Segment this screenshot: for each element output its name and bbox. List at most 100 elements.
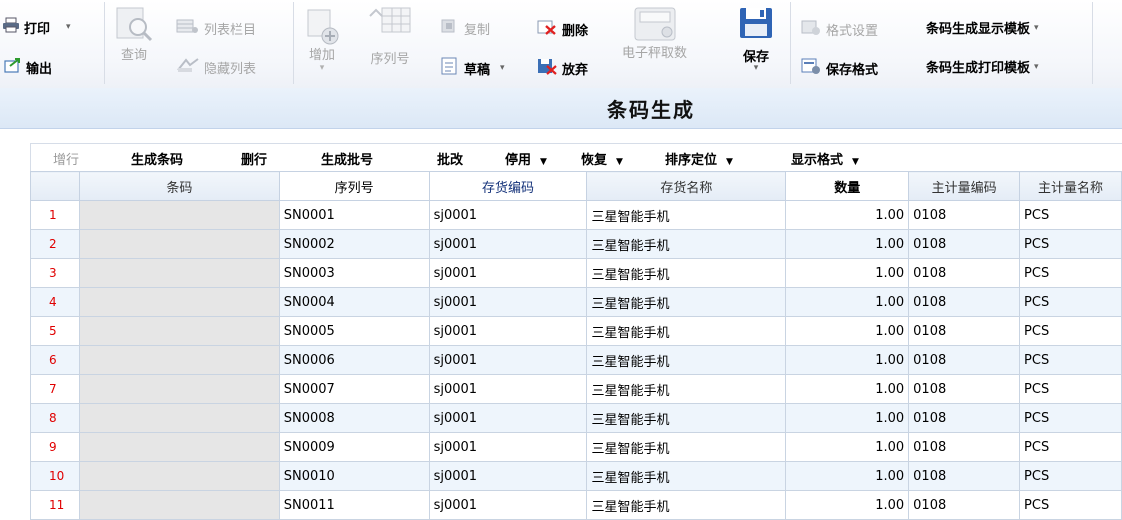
- serial-number-cell[interactable]: SN0008: [278, 403, 430, 433]
- table-row[interactable]: 7 SN0007 sj0001 三星智能手机 1.00 0108 PCS: [30, 374, 1122, 404]
- delete-button[interactable]: 删除: [536, 18, 588, 40]
- table-row[interactable]: 1 SN0001 sj0001 三星智能手机 1.00 0108 PCS: [30, 200, 1122, 230]
- table-row[interactable]: 8 SN0008 sj0001 三星智能手机 1.00 0108 PCS: [30, 403, 1122, 433]
- column-header-quantity[interactable]: 数量: [785, 171, 910, 201]
- draft-button[interactable]: 草稿 ▾: [440, 57, 505, 79]
- inventory-code-cell[interactable]: sj0001: [428, 229, 588, 259]
- query-button[interactable]: 查询: [114, 6, 154, 63]
- add-row-button[interactable]: 增行: [53, 149, 79, 168]
- inventory-code-cell[interactable]: sj0001: [428, 432, 588, 462]
- unit-name-cell[interactable]: PCS: [1019, 461, 1122, 491]
- serial-number-cell[interactable]: SN0011: [278, 490, 430, 520]
- barcode-cell[interactable]: [78, 432, 280, 462]
- delete-row-button[interactable]: 删行: [241, 149, 267, 168]
- unit-code-cell[interactable]: 0108: [908, 258, 1021, 288]
- unit-name-cell[interactable]: PCS: [1019, 432, 1122, 462]
- inventory-name-cell[interactable]: 三星智能手机: [586, 461, 787, 491]
- table-row[interactable]: 10 SN0010 sj0001 三星智能手机 1.00 0108 PCS: [30, 461, 1122, 491]
- barcode-cell[interactable]: [78, 345, 280, 375]
- inventory-code-cell[interactable]: sj0001: [428, 345, 588, 375]
- unit-code-cell[interactable]: 0108: [908, 403, 1021, 433]
- inventory-code-cell[interactable]: sj0001: [428, 403, 588, 433]
- serial-number-button[interactable]: 序列号: [366, 4, 414, 67]
- inventory-code-cell[interactable]: sj0001: [428, 287, 588, 317]
- quantity-cell[interactable]: 1.00: [785, 287, 910, 317]
- table-row[interactable]: 9 SN0009 sj0001 三星智能手机 1.00 0108 PCS: [30, 432, 1122, 462]
- column-header-inventory-code[interactable]: 存货编码: [428, 171, 588, 201]
- batch-edit-button[interactable]: 批改: [437, 149, 463, 168]
- unit-name-cell[interactable]: PCS: [1019, 316, 1122, 346]
- restore-dropdown[interactable]: 恢复 ▼: [581, 149, 623, 168]
- draft-dropdown-icon[interactable]: ▾: [500, 63, 505, 73]
- inventory-name-cell[interactable]: 三星智能手机: [586, 229, 787, 259]
- table-row[interactable]: 6 SN0006 sj0001 三星智能手机 1.00 0108 PCS: [30, 345, 1122, 375]
- inventory-code-cell[interactable]: sj0001: [428, 200, 588, 230]
- inventory-name-cell[interactable]: 三星智能手机: [586, 200, 787, 230]
- quantity-cell[interactable]: 1.00: [785, 229, 910, 259]
- save-dropdown-icon[interactable]: ▾: [754, 63, 759, 73]
- unit-code-cell[interactable]: 0108: [908, 374, 1021, 404]
- barcode-cell[interactable]: [78, 200, 280, 230]
- serial-number-cell[interactable]: SN0009: [278, 432, 430, 462]
- add-dropdown-icon[interactable]: ▾: [320, 63, 325, 73]
- save-button[interactable]: 保存 ▾: [736, 6, 776, 73]
- quantity-cell[interactable]: 1.00: [785, 403, 910, 433]
- display-template-dropdown[interactable]: 条码生成显示模板 ▾: [926, 18, 1039, 37]
- barcode-cell[interactable]: [78, 461, 280, 491]
- hide-list-button[interactable]: 隐藏列表: [176, 57, 256, 77]
- quantity-cell[interactable]: 1.00: [785, 316, 910, 346]
- table-row[interactable]: 3 SN0003 sj0001 三星智能手机 1.00 0108 PCS: [30, 258, 1122, 288]
- table-row[interactable]: 5 SN0005 sj0001 三星智能手机 1.00 0108 PCS: [30, 316, 1122, 346]
- inventory-name-cell[interactable]: 三星智能手机: [586, 403, 787, 433]
- barcode-cell[interactable]: [78, 287, 280, 317]
- inventory-name-cell[interactable]: 三星智能手机: [586, 432, 787, 462]
- inventory-code-cell[interactable]: sj0001: [428, 490, 588, 520]
- table-row[interactable]: 11 SN0011 sj0001 三星智能手机 1.00 0108 PCS: [30, 490, 1122, 520]
- barcode-cell[interactable]: [78, 403, 280, 433]
- unit-code-cell[interactable]: 0108: [908, 287, 1021, 317]
- serial-number-cell[interactable]: SN0002: [278, 229, 430, 259]
- table-row[interactable]: 4 SN0004 sj0001 三星智能手机 1.00 0108 PCS: [30, 287, 1122, 317]
- export-button[interactable]: 输出: [4, 57, 52, 77]
- inventory-name-cell[interactable]: 三星智能手机: [586, 287, 787, 317]
- unit-code-cell[interactable]: 0108: [908, 432, 1021, 462]
- barcode-cell[interactable]: [78, 258, 280, 288]
- unit-name-cell[interactable]: PCS: [1019, 345, 1122, 375]
- inventory-name-cell[interactable]: 三星智能手机: [586, 490, 787, 520]
- inventory-name-cell[interactable]: 三星智能手机: [586, 374, 787, 404]
- unit-code-cell[interactable]: 0108: [908, 490, 1021, 520]
- print-template-dropdown[interactable]: 条码生成打印模板 ▾: [926, 57, 1039, 76]
- unit-code-cell[interactable]: 0108: [908, 229, 1021, 259]
- e-scale-button[interactable]: 电子秤取数: [622, 4, 687, 61]
- serial-number-cell[interactable]: SN0006: [278, 345, 430, 375]
- disable-dropdown[interactable]: 停用 ▼: [505, 149, 547, 168]
- inventory-code-cell[interactable]: sj0001: [428, 316, 588, 346]
- sort-locate-dropdown[interactable]: 排序定位 ▼: [665, 149, 733, 168]
- quantity-cell[interactable]: 1.00: [785, 258, 910, 288]
- quantity-cell[interactable]: 1.00: [785, 490, 910, 520]
- generate-batch-button[interactable]: 生成批号: [321, 149, 373, 168]
- inventory-code-cell[interactable]: sj0001: [428, 258, 588, 288]
- serial-number-cell[interactable]: SN0005: [278, 316, 430, 346]
- serial-number-cell[interactable]: SN0001: [278, 200, 430, 230]
- unit-name-cell[interactable]: PCS: [1019, 287, 1122, 317]
- inventory-code-cell[interactable]: sj0001: [428, 461, 588, 491]
- format-settings-button[interactable]: 格式设置: [800, 18, 878, 40]
- serial-number-cell[interactable]: SN0003: [278, 258, 430, 288]
- quantity-cell[interactable]: 1.00: [785, 432, 910, 462]
- unit-name-cell[interactable]: PCS: [1019, 374, 1122, 404]
- discard-button[interactable]: 放弃: [536, 57, 588, 79]
- column-header-inventory-name[interactable]: 存货名称: [586, 171, 787, 201]
- list-columns-button[interactable]: 列表栏目: [176, 18, 256, 38]
- unit-name-cell[interactable]: PCS: [1019, 229, 1122, 259]
- table-row[interactable]: 2 SN0002 sj0001 三星智能手机 1.00 0108 PCS: [30, 229, 1122, 259]
- unit-name-cell[interactable]: PCS: [1019, 490, 1122, 520]
- generate-barcode-button[interactable]: 生成条码: [131, 149, 183, 168]
- print-dropdown-icon[interactable]: ▾: [66, 22, 71, 32]
- barcode-cell[interactable]: [78, 316, 280, 346]
- unit-name-cell[interactable]: PCS: [1019, 258, 1122, 288]
- unit-name-cell[interactable]: PCS: [1019, 403, 1122, 433]
- inventory-name-cell[interactable]: 三星智能手机: [586, 316, 787, 346]
- unit-code-cell[interactable]: 0108: [908, 316, 1021, 346]
- barcode-cell[interactable]: [78, 229, 280, 259]
